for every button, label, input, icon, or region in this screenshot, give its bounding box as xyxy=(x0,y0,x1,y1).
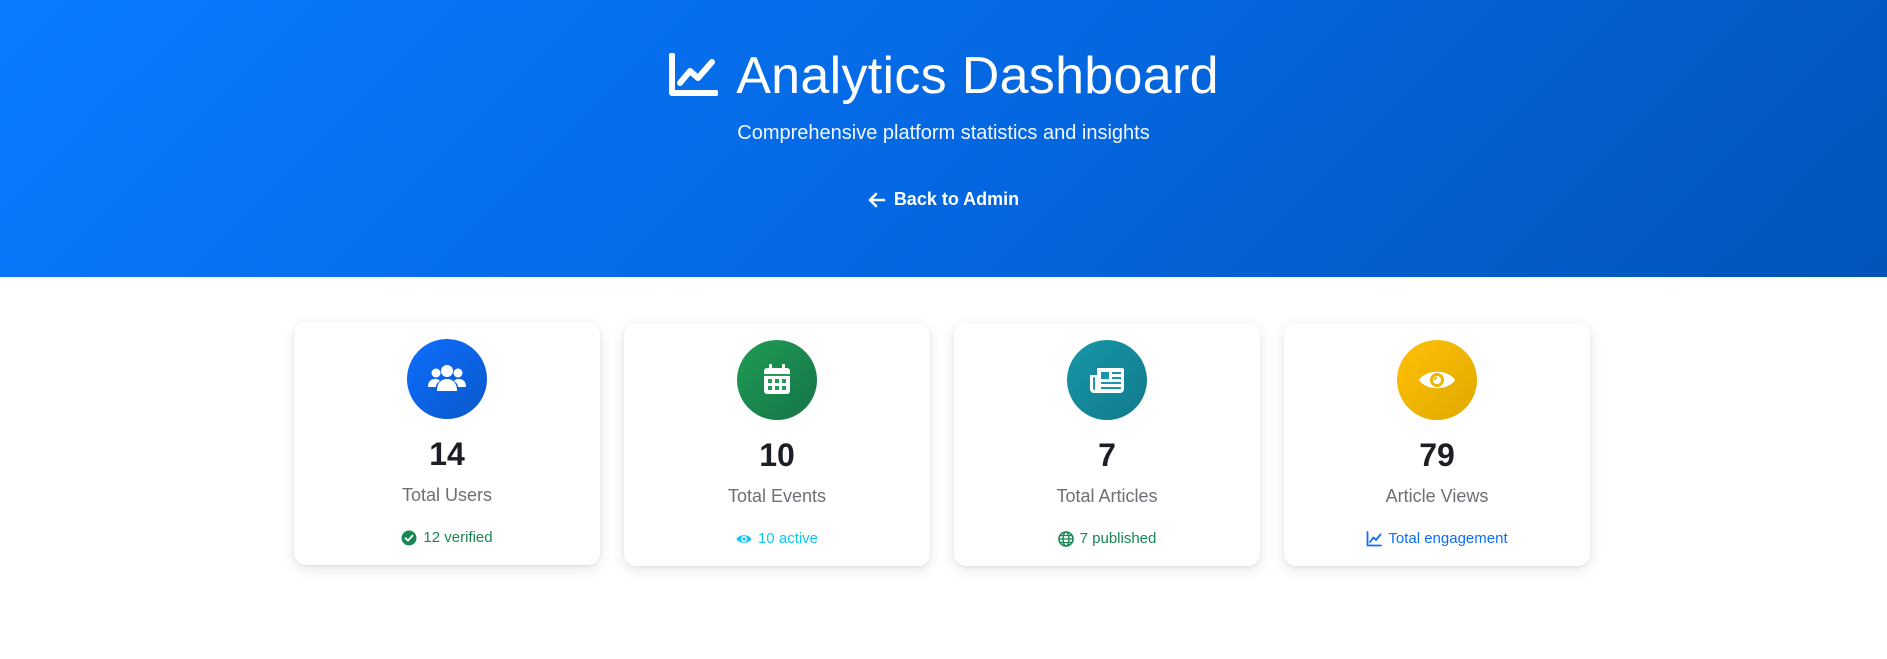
stat-value: 7 xyxy=(1098,437,1116,473)
stat-subtext: 10 active xyxy=(624,530,930,547)
newspaper-icon xyxy=(1090,368,1124,393)
hero-header: Analytics Dashboard Comprehensive platfo… xyxy=(0,0,1887,277)
stat-label: Article Views xyxy=(1385,486,1489,506)
page-subtitle: Comprehensive platform statistics and in… xyxy=(737,122,1150,144)
stat-subtext: 12 verified xyxy=(294,529,600,546)
stat-subtext-label: 7 published xyxy=(1079,530,1157,547)
users-icon xyxy=(428,365,466,391)
check-circle-icon xyxy=(401,530,417,545)
stat-label: Total Events xyxy=(727,486,827,506)
stat-subtext-label: 10 active xyxy=(757,530,819,547)
stat-card-users: 14 Total Users 12 verified xyxy=(294,322,600,565)
page-title: Analytics Dashboard xyxy=(736,47,1219,105)
arrow-left-icon xyxy=(868,192,886,207)
calendar-icon xyxy=(764,364,790,394)
globe-icon xyxy=(1057,530,1074,547)
stat-subtext: Total engagement xyxy=(1284,530,1590,547)
stat-value: 14 xyxy=(429,436,465,472)
stat-icon-circle xyxy=(407,339,487,419)
stat-icon-circle xyxy=(1397,340,1477,420)
stat-value: 10 xyxy=(759,437,795,473)
stat-label: Total Users xyxy=(401,485,493,505)
chart-line-icon xyxy=(1366,530,1383,546)
stats-cards: 14 Total Users 12 verified 10 Total Even… xyxy=(294,322,1590,566)
chart-line-icon xyxy=(669,53,719,96)
eye-icon xyxy=(1419,371,1455,389)
page-title-row: Analytics Dashboard xyxy=(0,46,1887,106)
back-to-admin-link[interactable]: Back to Admin xyxy=(0,189,1887,210)
stat-subtext-label: 12 verified xyxy=(423,529,493,546)
stat-subtext: 7 published xyxy=(954,530,1260,547)
stat-card-articles: 7 Total Articles 7 published xyxy=(954,323,1260,566)
stat-subtext-label: Total engagement xyxy=(1388,530,1508,547)
stat-card-views: 79 Article Views Total engagement xyxy=(1284,323,1590,566)
stat-value: 79 xyxy=(1419,437,1455,473)
back-to-admin-label: Back to Admin xyxy=(893,189,1020,209)
stat-label: Total Articles xyxy=(1056,486,1158,506)
eye-icon xyxy=(736,534,752,543)
stat-icon-circle xyxy=(1067,340,1147,420)
stat-icon-circle xyxy=(737,340,817,420)
stat-card-events: 10 Total Events 10 active xyxy=(624,323,930,566)
